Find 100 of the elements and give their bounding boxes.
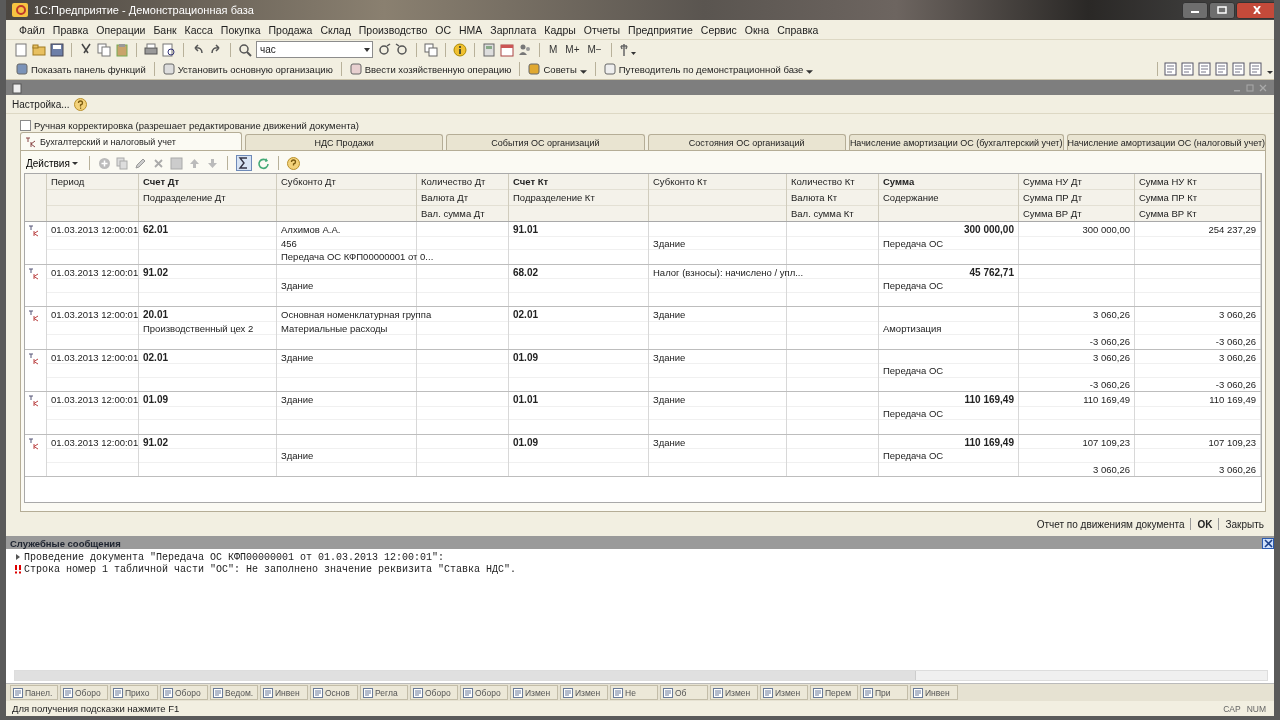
column-header[interactable]: Валюта Дт: [421, 192, 469, 203]
report-icon[interactable]: [1215, 62, 1229, 76]
footer-button[interactable]: Закрыть: [1223, 518, 1266, 530]
find-next-icon[interactable]: [377, 42, 391, 57]
taskbar-button[interactable]: Инвен: [910, 685, 958, 700]
settings-link[interactable]: Настройка...: [12, 98, 70, 110]
report-icon[interactable]: [1232, 62, 1246, 76]
help-icon[interactable]: [286, 156, 300, 170]
menu-item[interactable]: Кадры: [544, 23, 576, 36]
windows-icon[interactable]: [424, 42, 438, 57]
menu-item[interactable]: Справка: [777, 23, 819, 36]
close-button[interactable]: [1262, 537, 1274, 549]
column-header[interactable]: Счет Кт: [513, 176, 549, 187]
toolbar-button[interactable]: Показать панель функций: [14, 63, 148, 75]
open-icon[interactable]: [32, 42, 46, 57]
menu-item[interactable]: Окна: [744, 23, 770, 36]
menu-item[interactable]: Покупка: [220, 23, 261, 36]
taskbar-button[interactable]: Измен: [710, 685, 758, 700]
pencil-icon[interactable]: [133, 156, 147, 170]
calendar-icon[interactable]: [500, 42, 514, 57]
column-header[interactable]: Содержание: [883, 192, 939, 203]
toolbar-button[interactable]: Установить основную организацию: [160, 63, 335, 75]
menu-item[interactable]: ОС: [435, 23, 451, 36]
column-header[interactable]: Субконто Кт: [653, 176, 707, 187]
menu-item[interactable]: Предприятие: [628, 23, 693, 36]
help-icon[interactable]: [73, 97, 87, 111]
menu-item[interactable]: Отчеты: [583, 23, 621, 36]
column-header[interactable]: Вал. сумма Дт: [421, 208, 485, 219]
taskbar-button[interactable]: Ведом.: [210, 685, 258, 700]
toolbar-button[interactable]: Ввести хозяйственную операцию: [347, 63, 514, 75]
tab[interactable]: События ОС организаций: [446, 134, 645, 150]
print-icon[interactable]: [144, 42, 158, 57]
taskbar-button[interactable]: Не: [610, 685, 658, 700]
tab[interactable]: Бухгалтерский и налоговый учет: [20, 132, 242, 150]
taskbar-button[interactable]: Оборо: [460, 685, 508, 700]
checkbox[interactable]: [20, 119, 31, 131]
taskbar-button[interactable]: Инвен: [260, 685, 308, 700]
menu-item[interactable]: Банк: [153, 23, 177, 36]
menu-item[interactable]: Правка: [52, 23, 89, 36]
delete-icon[interactable]: [151, 156, 165, 170]
search-icon[interactable]: [238, 42, 252, 57]
memory-button[interactable]: M: [547, 44, 560, 55]
taskbar-button[interactable]: Об: [660, 685, 708, 700]
expand-arrow-icon[interactable]: [14, 552, 22, 562]
menu-item[interactable]: Файл: [19, 23, 45, 36]
footer-button[interactable]: Отчет по движениям документа: [1034, 518, 1187, 530]
column-header[interactable]: Подразделение Кт: [513, 192, 595, 203]
column-header[interactable]: Количество Дт: [421, 176, 486, 187]
report-icon[interactable]: [1198, 62, 1212, 76]
calculator-icon[interactable]: [482, 42, 496, 57]
info-icon[interactable]: [453, 42, 467, 57]
report-icon[interactable]: [1181, 62, 1195, 76]
taskbar-button[interactable]: Основ: [310, 685, 358, 700]
taskbar-button[interactable]: Оборо: [410, 685, 458, 700]
menu-item[interactable]: Сервис: [700, 23, 737, 36]
toolbar-button[interactable]: Советы: [526, 63, 589, 75]
column-header[interactable]: Сумма: [883, 176, 915, 187]
column-header[interactable]: Количество Кт: [791, 176, 855, 187]
column-header[interactable]: Сумма ВР Дт: [1023, 208, 1082, 219]
column-header[interactable]: Сумма НУ Дт: [1023, 176, 1082, 187]
close-button[interactable]: [1236, 1, 1274, 19]
menu-item[interactable]: Касса: [184, 23, 213, 36]
taskbar-button[interactable]: Измен: [560, 685, 608, 700]
taskbar-button[interactable]: При: [860, 685, 908, 700]
preview-icon[interactable]: [162, 42, 176, 57]
taskbar-button[interactable]: Панел.: [10, 685, 58, 700]
menu-item[interactable]: Операции: [96, 23, 146, 36]
taskbar-button[interactable]: Измен: [510, 685, 558, 700]
new-icon[interactable]: [14, 42, 28, 57]
taskbar-button[interactable]: Перем: [810, 685, 858, 700]
menu-item[interactable]: НМА: [459, 23, 483, 36]
tab[interactable]: НДС Продажи: [244, 134, 444, 150]
column-header[interactable]: Валюта Кт: [791, 192, 838, 203]
search-field[interactable]: час: [256, 41, 373, 58]
tab[interactable]: Начисление амортизации ОС (налоговый учет): [1066, 134, 1266, 150]
column-header[interactable]: Сумма ПР Кт: [1139, 192, 1198, 203]
horizontal-scrollbar[interactable]: [14, 670, 1268, 681]
paste-icon[interactable]: [115, 42, 129, 57]
actions-button[interactable]: Действия: [24, 157, 81, 169]
menu-item[interactable]: Зарплата: [490, 23, 537, 36]
report-icon[interactable]: [1164, 62, 1178, 76]
refresh-icon[interactable]: [256, 156, 270, 170]
taskbar-button[interactable]: Измен: [760, 685, 808, 700]
column-header[interactable]: Счет Дт: [143, 176, 180, 187]
find-previous-icon[interactable]: [395, 42, 409, 57]
maximize-button[interactable]: [1209, 1, 1235, 19]
tab[interactable]: Начисление амортизации ОС (бухгалтерский учет): [848, 134, 1064, 150]
taskbar-button[interactable]: Оборо: [60, 685, 108, 700]
save-icon[interactable]: [50, 42, 64, 57]
taskbar-button[interactable]: Оборо: [160, 685, 208, 700]
menu-item[interactable]: Склад: [320, 23, 351, 36]
footer-button[interactable]: OK: [1195, 518, 1215, 530]
menu-item[interactable]: Продажа: [268, 23, 313, 36]
sum-icon[interactable]: [235, 155, 252, 171]
tools-icon[interactable]: [618, 42, 637, 57]
memory-button[interactable]: M+: [563, 44, 582, 55]
column-header[interactable]: Вал. сумма Кт: [791, 208, 854, 219]
toolbar-button[interactable]: Путеводитель по демонстрационной базе: [601, 63, 816, 75]
tab[interactable]: Состояния ОС организаций: [647, 134, 846, 150]
minimize-button[interactable]: [1182, 1, 1208, 19]
